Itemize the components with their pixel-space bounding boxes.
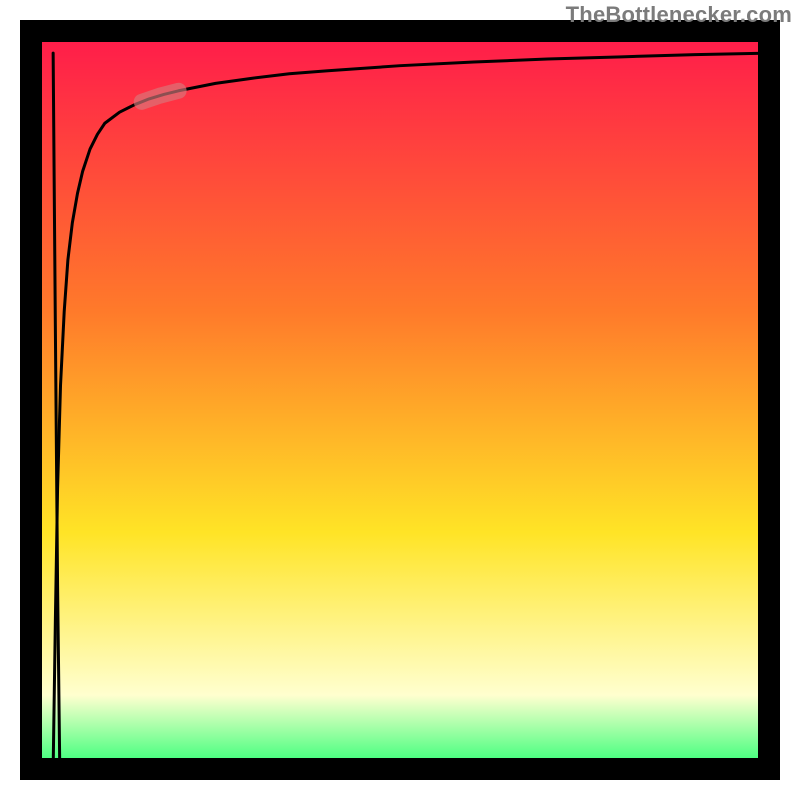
watermark: TheBottlenecker.com	[566, 2, 792, 28]
curve-marker	[142, 91, 179, 102]
chart-canvas	[0, 0, 800, 800]
chart-stage: TheBottlenecker.com	[0, 0, 800, 800]
plot-background	[31, 31, 769, 769]
